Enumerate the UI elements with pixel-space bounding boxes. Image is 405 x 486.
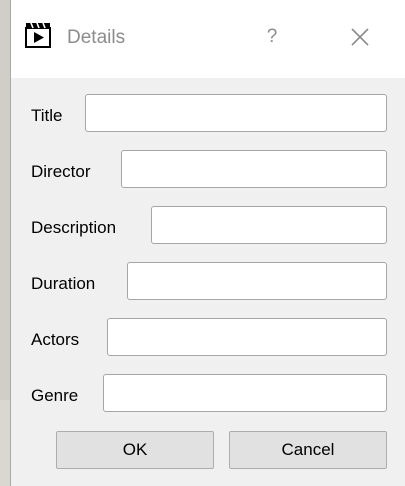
description-field[interactable] [151,206,387,244]
genre-field[interactable] [103,374,387,412]
ok-button[interactable]: OK [56,431,214,469]
window-title: Details [67,27,126,48]
director-label: Director [31,162,91,181]
title-field[interactable] [85,94,387,132]
film-clapper-icon [25,22,51,48]
help-button[interactable]: ? [257,22,287,52]
duration-field[interactable] [127,262,387,300]
details-dialog: Details ? Title Director Description Dur… [10,0,405,486]
duration-label: Duration [31,274,96,293]
genre-label: Genre [31,386,79,405]
title-label: Title [31,106,63,125]
cancel-button[interactable]: Cancel [229,431,387,469]
background-window-edge [0,400,10,486]
close-icon[interactable] [345,22,375,52]
title-bar[interactable]: Details ? [11,0,405,78]
director-field[interactable] [121,150,387,188]
actors-field[interactable] [107,318,387,356]
actors-label: Actors [31,330,80,349]
description-label: Description [31,218,117,237]
